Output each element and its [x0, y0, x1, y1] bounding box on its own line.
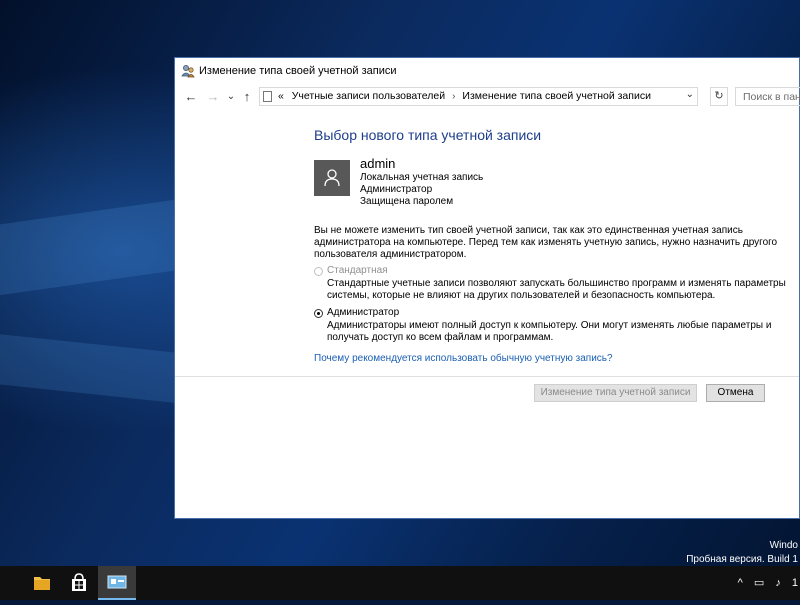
refresh-button[interactable]: ↻ [710, 87, 728, 106]
users-icon [181, 65, 195, 78]
page-title: Выбор нового типа учетной записи [314, 127, 542, 143]
back-arrow-icon[interactable]: ← [183, 88, 199, 106]
refresh-icon: ↻ [714, 90, 724, 102]
show-hidden-icons-chevron-icon[interactable]: ^ [738, 577, 743, 589]
breadcrumb-overflow-icon[interactable]: « [278, 90, 284, 102]
warning-text-line: пользователя администратором. [314, 249, 467, 260]
address-bar[interactable]: « Учетные записи пользователей › Изменен… [259, 87, 698, 106]
standard-description-line: Стандартные учетные записи позволяют зап… [327, 278, 786, 289]
title-bar[interactable]: Изменение типа своей учетной записи [175, 58, 799, 84]
administrator-radio-label: Администратор [327, 307, 400, 318]
taskbar: ^ ▭ ♪ 1 [0, 566, 800, 600]
sound-icon[interactable]: ♪ [775, 577, 781, 589]
change-account-type-button[interactable]: Изменение типа учетной записи [534, 384, 697, 402]
standard-description-line: системы, которые не влияют на других пол… [327, 290, 716, 301]
breadcrumb-user-accounts[interactable]: Учетные записи пользователей [292, 90, 445, 102]
folder-icon [34, 577, 50, 590]
up-arrow-icon[interactable]: ↑ [239, 88, 255, 106]
user-name: admin [360, 156, 396, 171]
user-avatar [314, 160, 350, 196]
breadcrumb-separator-icon: › [451, 90, 456, 102]
warning-text-line: администратора на компьютере. Перед тем … [314, 237, 778, 248]
search-placeholder: Поиск в пане [743, 91, 800, 103]
store-icon [72, 573, 86, 591]
page-icon [263, 91, 272, 102]
search-input[interactable]: Поиск в пане [735, 87, 800, 106]
recent-locations-chevron-icon[interactable]: ⌄ [226, 88, 236, 106]
network-icon[interactable]: ▭ [754, 577, 764, 589]
account-location: Локальная учетная запись [360, 172, 484, 183]
address-dropdown-icon[interactable]: ⌄ [686, 89, 694, 100]
standard-radio-label: Стандартная [327, 265, 388, 276]
account-type-window: Изменение типа своей учетной записи ← → … [174, 57, 800, 519]
warning-text-line: Вы не можете изменить тип своей учетной … [314, 225, 743, 236]
account-password-status: Защищена паролем [360, 196, 454, 207]
system-tray: ^ ▭ ♪ 1 [730, 576, 798, 589]
user-icon [324, 169, 340, 187]
clock[interactable]: 1 [792, 577, 798, 589]
breadcrumb-change-account-type[interactable]: Изменение типа своей учетной записи [462, 90, 651, 102]
divider [175, 376, 799, 377]
control-panel-taskbar-button[interactable] [98, 566, 136, 600]
standard-radio[interactable] [314, 267, 323, 276]
control-panel-icon [107, 575, 127, 589]
breadcrumb: « Учетные записи пользователей › Изменен… [278, 90, 651, 102]
store-taskbar-button[interactable] [60, 566, 98, 600]
watermark-build: Пробная версия. Build 1 [686, 554, 798, 565]
window-title: Изменение типа своей учетной записи [199, 65, 397, 77]
why-standard-account-link[interactable]: Почему рекомендуется использовать обычну… [314, 353, 613, 364]
forward-arrow-icon[interactable]: → [205, 88, 221, 106]
file-explorer-taskbar-button[interactable] [22, 566, 60, 600]
navigation-bar: ← → ⌄ ↑ « Учетные записи пользователей ›… [175, 84, 800, 110]
administrator-description-line: получать доступ ко всем файлам и програм… [327, 332, 554, 343]
administrator-radio[interactable] [314, 309, 323, 318]
administrator-description-line: Администраторы имеют полный доступ к ком… [327, 320, 772, 331]
watermark-title: Windo [769, 540, 798, 551]
account-type: Администратор [360, 184, 433, 195]
cancel-button[interactable]: Отмена [706, 384, 765, 402]
